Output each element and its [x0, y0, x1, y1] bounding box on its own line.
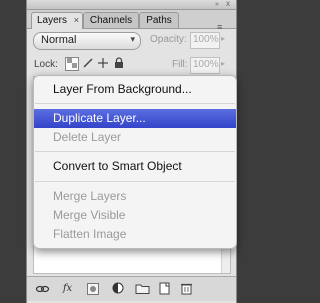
chain-icon [35, 285, 50, 293]
half-circle-icon [112, 282, 124, 294]
lock-position-icon[interactable] [97, 57, 109, 69]
layer-style-button[interactable]: fx [60, 281, 75, 296]
panel-titlebar: » x [27, 0, 236, 10]
opacity-field[interactable]: 100% [190, 32, 220, 49]
move-icon [98, 58, 108, 68]
new-group-icon[interactable] [135, 281, 150, 296]
menu-item-convert-to-smart-object[interactable]: Convert to Smart Object [34, 157, 236, 176]
menu-item-merge-visible[interactable]: Merge Visible [34, 206, 236, 225]
add-mask-icon[interactable] [87, 283, 99, 295]
menu-item-layer-from-background[interactable]: Layer From Background... [34, 80, 236, 99]
menu-divider [35, 181, 235, 182]
folder-icon [135, 284, 150, 294]
trash-icon [181, 283, 192, 295]
collapse-icon[interactable]: » [215, 1, 219, 8]
menu-item-duplicate-layer[interactable]: Duplicate Layer... [34, 109, 236, 128]
new-layer-icon[interactable] [157, 281, 172, 296]
tab-label: Paths [146, 15, 172, 26]
mask-circle-icon [90, 286, 96, 292]
fill-label: Fill: [172, 59, 188, 70]
tab-channels[interactable]: Channels [83, 12, 139, 28]
menu-item-merge-layers[interactable]: Merge Layers [34, 187, 236, 206]
link-layers-icon[interactable] [35, 281, 50, 296]
menu-divider [35, 151, 235, 152]
delete-layer-icon[interactable] [179, 281, 194, 296]
fill-slider-icon[interactable]: ▸ [221, 59, 225, 68]
adjustment-layer-icon[interactable] [111, 281, 126, 296]
close-icon[interactable]: x [226, 0, 230, 8]
tab-close-icon[interactable]: × [74, 13, 79, 28]
brush-icon [83, 58, 93, 68]
blend-mode-value: Normal [41, 34, 77, 46]
lock-transparency-icon[interactable] [65, 57, 79, 71]
lock-all-icon[interactable] [113, 57, 125, 69]
lock-pixels-icon[interactable] [82, 57, 94, 69]
fill-value: 100% [193, 59, 219, 70]
blend-mode-select[interactable]: Normal ▾ [33, 32, 141, 50]
fill-field[interactable]: 100% [190, 57, 220, 74]
opacity-slider-icon[interactable]: ▸ [221, 34, 225, 43]
opacity-value: 100% [193, 34, 219, 45]
menu-item-flatten-image[interactable]: Flatten Image [34, 225, 236, 244]
panel-menu-icon[interactable]: ≡ [217, 23, 222, 32]
checker-icon [67, 58, 77, 68]
lock-label: Lock: [34, 59, 58, 70]
chevron-down-icon: ▾ [130, 34, 135, 44]
tab-label: Channels [89, 15, 133, 26]
layers-context-menu: Layer From Background... Duplicate Layer… [33, 75, 237, 249]
page-icon [159, 282, 170, 295]
opacity-label: Opacity: [150, 34, 187, 45]
menu-item-delete-layer[interactable]: Delete Layer [34, 128, 236, 147]
tab-label: Layers [37, 15, 68, 26]
menu-divider [35, 103, 235, 104]
layers-toolbar: fx [27, 276, 236, 301]
padlock-icon [115, 57, 123, 68]
panel-tabs: Layers × Channels Paths ≡ [27, 10, 236, 32]
tab-paths[interactable]: Paths [139, 12, 179, 28]
tab-layers[interactable]: Layers × [31, 12, 83, 29]
